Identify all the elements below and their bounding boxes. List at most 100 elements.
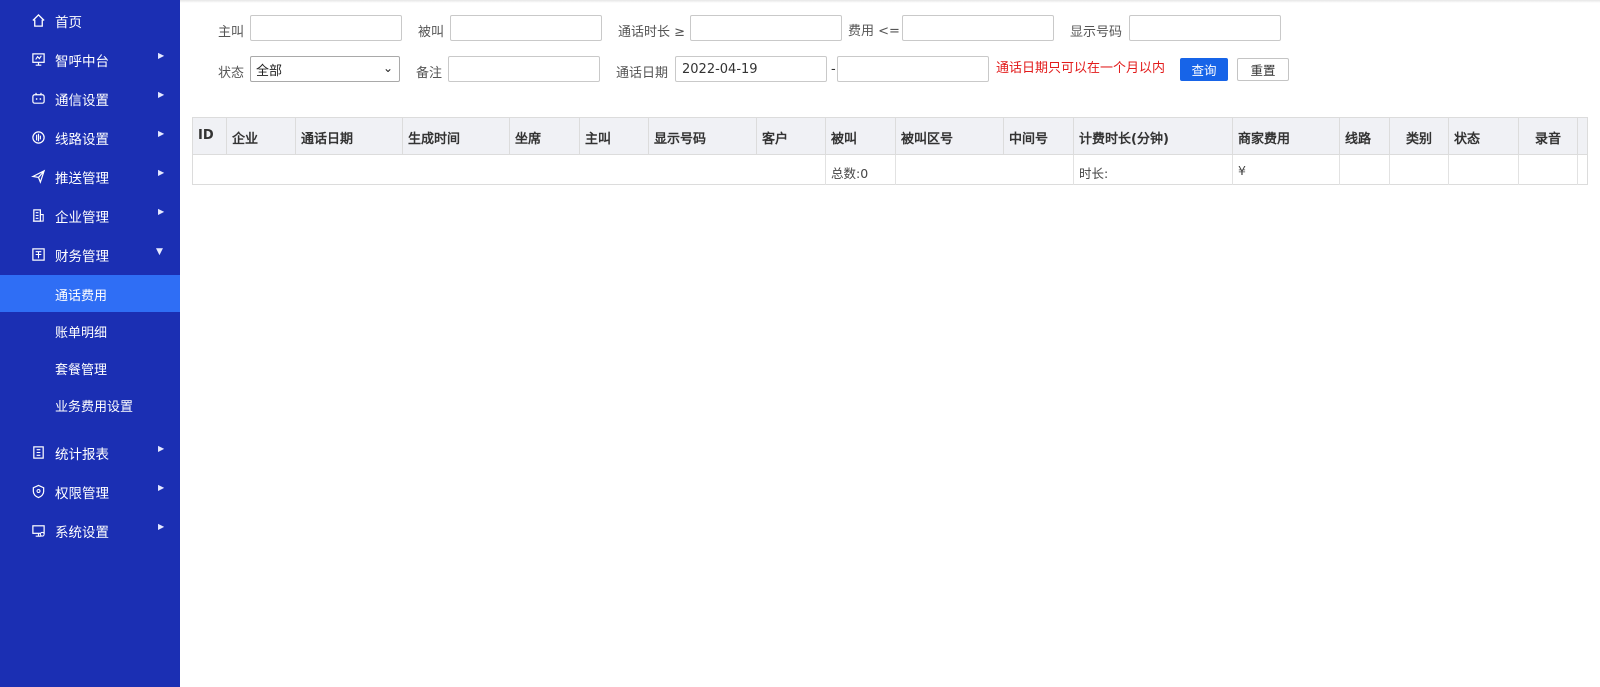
column-header-status[interactable]: 状态 — [1449, 118, 1519, 154]
remark-input[interactable] — [448, 56, 600, 82]
date-range-hint: 通话日期只可以在一个月以内 — [996, 61, 1166, 76]
sidebar-item-label: 财务管理 — [55, 249, 109, 265]
fee-label: 费用 <= — [848, 24, 900, 39]
summary-empty-cell — [1340, 155, 1390, 185]
top-divider — [180, 0, 1600, 3]
summary-total-count: 总数:0 — [826, 155, 896, 185]
settings-icon — [30, 522, 46, 538]
summary-fee: ¥ — [1233, 155, 1340, 185]
column-header-recording[interactable]: 录音 — [1519, 118, 1578, 154]
chevron-right-icon: ▶ — [158, 51, 165, 60]
sidebar-item-communication[interactable]: 通信设置 ▶ — [0, 78, 180, 118]
column-header-line[interactable]: 线路 — [1340, 118, 1390, 154]
date-start-input[interactable] — [675, 56, 827, 82]
summary-empty-cell — [1449, 155, 1519, 185]
sidebar-subitem-package[interactable]: 套餐管理 — [0, 349, 180, 386]
sidebar-item-enterprise[interactable]: 企业管理 ▶ — [0, 195, 180, 235]
sidebar-subitem-business-fee[interactable]: 业务费用设置 — [0, 386, 180, 423]
sidebar-item-label: 权限管理 — [55, 486, 109, 502]
send-icon — [30, 168, 46, 184]
table-summary-row: 总数:0 时长: ¥ — [193, 155, 1587, 185]
sidebar-item-label: 首页 — [55, 15, 82, 31]
sidebar-subitem-bill-detail[interactable]: 账单明细 — [0, 312, 180, 349]
column-header-call-date[interactable]: 通话日期 — [296, 118, 403, 154]
summary-empty-cell — [1519, 155, 1578, 185]
status-label: 状态 — [218, 66, 245, 81]
chevron-right-icon: ▶ — [158, 90, 165, 99]
summary-empty-cell — [193, 155, 826, 185]
reset-button[interactable]: 重置 — [1237, 58, 1289, 81]
column-header-customer[interactable]: 客户 — [757, 118, 826, 154]
sidebar-item-report[interactable]: 统计报表 ▶ — [0, 432, 180, 472]
date-end-input[interactable] — [837, 56, 989, 82]
summary-empty-cell — [896, 155, 1074, 185]
duration-label: 通话时长 ≥ — [618, 25, 686, 40]
signal-icon — [30, 129, 46, 145]
sidebar-subitem-label: 业务费用设置 — [55, 400, 134, 415]
remark-label: 备注 — [416, 66, 443, 81]
sidebar-subitem-label: 套餐管理 — [55, 363, 108, 378]
sidebar-item-label: 推送管理 — [55, 171, 109, 187]
column-header-created-time[interactable]: 生成时间 — [403, 118, 510, 154]
sidebar-item-label: 企业管理 — [55, 210, 109, 226]
home-icon — [30, 12, 46, 28]
chevron-down-icon: ⌄ — [382, 61, 393, 75]
call-fee-table: ID 企业 通话日期 生成时间 坐席 主叫 显示号码 客户 被叫 被叫区号 中间… — [192, 117, 1588, 185]
column-header-display-number[interactable]: 显示号码 — [649, 118, 757, 154]
display-number-input[interactable] — [1129, 15, 1281, 41]
duration-input[interactable] — [690, 15, 842, 41]
column-header-id[interactable]: ID — [193, 118, 227, 154]
status-select[interactable]: 全部 ⌄ — [250, 56, 400, 82]
fee-input[interactable] — [902, 15, 1054, 41]
caller-input[interactable] — [250, 15, 402, 41]
sidebar-subitem-label: 账单明细 — [55, 326, 108, 341]
summary-duration: 时长: — [1074, 155, 1233, 185]
report-icon — [30, 444, 46, 460]
chevron-right-icon: ▶ — [158, 207, 165, 216]
column-header-middle-number[interactable]: 中间号 — [1004, 118, 1074, 154]
call-date-label: 通话日期 — [616, 66, 669, 81]
sidebar-item-label: 统计报表 — [55, 447, 109, 463]
summary-empty-cell — [1390, 155, 1449, 185]
sidebar-item-system[interactable]: 系统设置 ▶ — [0, 510, 180, 550]
sidebar-item-label: 线路设置 — [55, 132, 109, 148]
chevron-right-icon: ▶ — [158, 522, 165, 531]
callee-label: 被叫 — [418, 25, 445, 40]
sidebar-item-permission[interactable]: 权限管理 ▶ — [0, 471, 180, 511]
column-header-enterprise[interactable]: 企业 — [227, 118, 296, 154]
column-header-caller[interactable]: 主叫 — [580, 118, 649, 154]
sidebar-item-label: 智呼中台 — [55, 54, 109, 70]
status-select-value: 全部 — [256, 63, 283, 79]
column-header-merchant-fee[interactable]: 商家费用 — [1233, 118, 1340, 154]
sidebar-subitem-call-fee[interactable]: 通话费用 — [0, 275, 180, 312]
chevron-right-icon: ▶ — [158, 483, 165, 492]
shield-icon — [30, 483, 46, 499]
callee-input[interactable] — [450, 15, 602, 41]
sidebar-subitem-label: 通话费用 — [55, 289, 108, 304]
chevron-down-icon: ▼ — [156, 247, 163, 257]
sidebar-item-label: 通信设置 — [55, 93, 109, 109]
column-header-callee-area-code[interactable]: 被叫区号 — [896, 118, 1004, 154]
column-header-billing-duration[interactable]: 计费时长(分钟) — [1074, 118, 1233, 154]
chevron-right-icon: ▶ — [158, 444, 165, 453]
column-header-agent[interactable]: 坐席 — [510, 118, 580, 154]
sidebar-item-finance[interactable]: 财务管理 ▼ — [0, 234, 180, 274]
table-header-row: ID 企业 通话日期 生成时间 坐席 主叫 显示号码 客户 被叫 被叫区号 中间… — [193, 118, 1587, 155]
query-button[interactable]: 查询 — [1180, 58, 1228, 81]
column-header-category[interactable]: 类别 — [1390, 118, 1449, 154]
chevron-right-icon: ▶ — [158, 129, 165, 138]
date-separator: - — [831, 62, 836, 77]
robot-icon — [30, 90, 46, 106]
sidebar-item-home[interactable]: 首页 — [0, 0, 180, 40]
sidebar-item-line[interactable]: 线路设置 ▶ — [0, 117, 180, 157]
sidebar-item-smart-call[interactable]: 智呼中台 ▶ — [0, 39, 180, 79]
chevron-right-icon: ▶ — [158, 168, 165, 177]
display-number-label: 显示号码 — [1070, 25, 1123, 40]
sidebar-item-push[interactable]: 推送管理 ▶ — [0, 156, 180, 196]
building-icon — [30, 207, 46, 223]
sidebar: 首页 智呼中台 ▶ 通信设置 ▶ 线路设置 ▶ 推送管理 ▶ 企业管理 ▶ 财务… — [0, 0, 180, 687]
caller-label: 主叫 — [218, 25, 245, 40]
sidebar-item-label: 系统设置 — [55, 525, 109, 541]
finance-icon — [30, 246, 46, 262]
column-header-callee[interactable]: 被叫 — [826, 118, 896, 154]
